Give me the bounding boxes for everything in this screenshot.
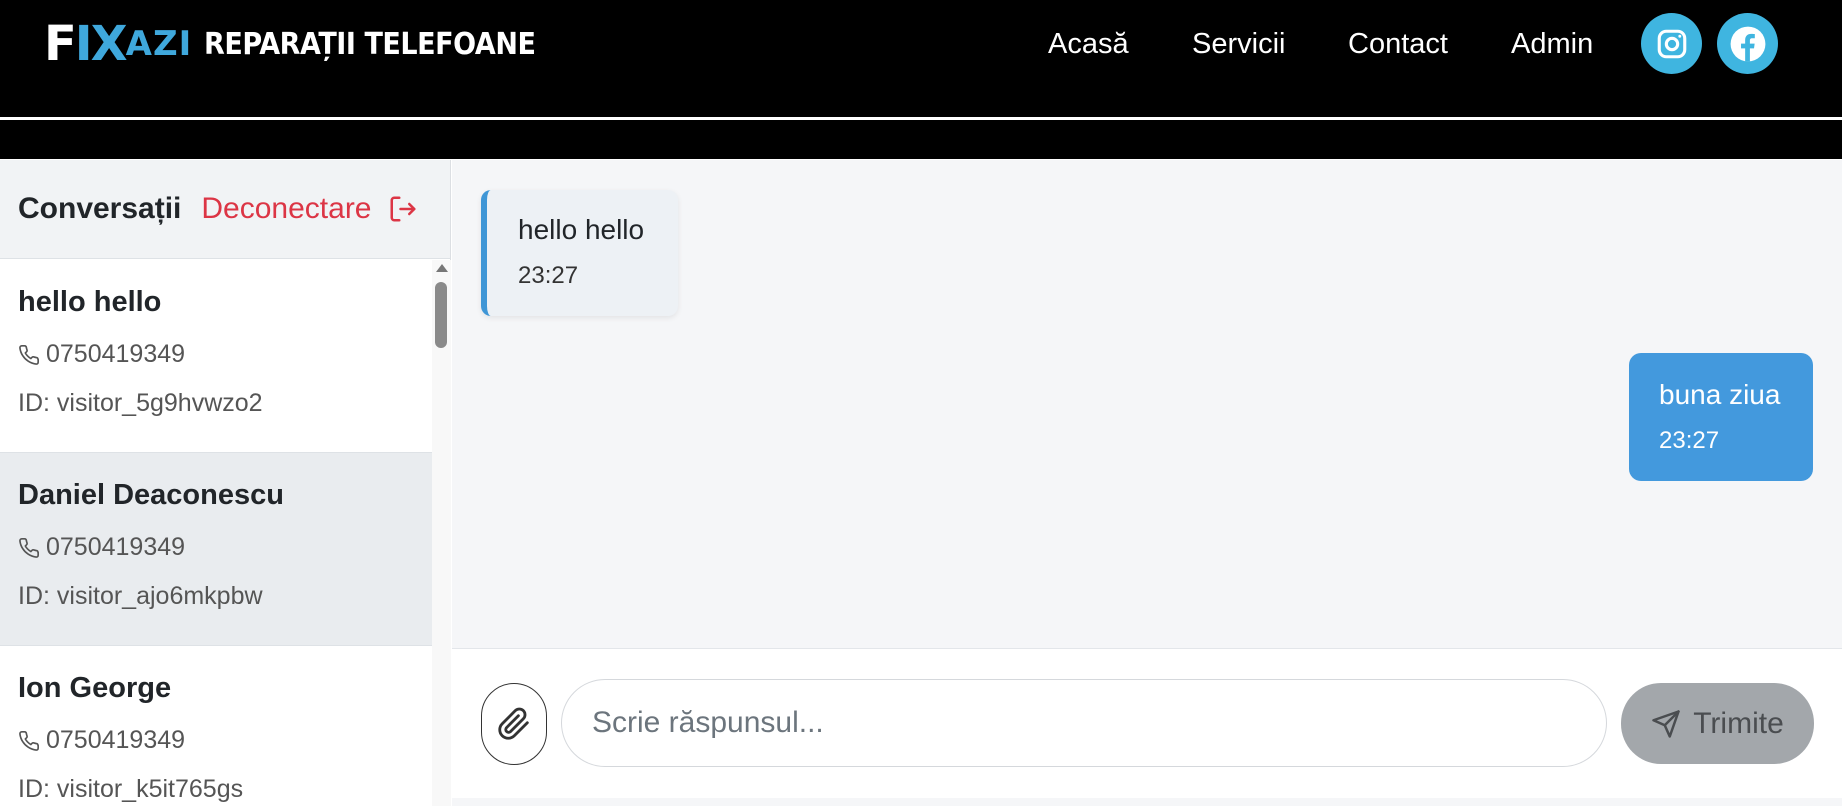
scrollbar-thumb[interactable] (435, 282, 447, 348)
phone-icon (19, 537, 39, 558)
nav-link-home[interactable]: Acasă (1048, 28, 1129, 61)
attach-button[interactable] (481, 683, 547, 765)
scroll-up-arrow-icon[interactable] (436, 264, 448, 272)
nav-link-services[interactable]: Servicii (1192, 28, 1285, 61)
bottom-strip (452, 798, 1842, 806)
conversation-phone: 0750419349 (18, 340, 414, 369)
logo-mark-f: F (44, 16, 77, 72)
conversations-sidebar: Conversații Deconectare hello hello 0750… (0, 160, 451, 806)
conversation-item[interactable]: Ion George 0750419349 ID: visitor_k5it76… (0, 646, 432, 806)
send-icon (1652, 709, 1680, 738)
logout-icon (390, 196, 415, 222)
conversation-name: Daniel Deaconescu (18, 479, 284, 511)
conversation-name: hello hello (18, 286, 162, 318)
nav-link-admin[interactable]: Admin (1511, 28, 1593, 61)
phone-icon (19, 730, 39, 751)
sidebar-title: Conversații (18, 192, 182, 225)
logout-label: Deconectare (201, 192, 372, 225)
conversation-item[interactable]: Daniel Deaconescu 0750419349 ID: visitor… (0, 453, 432, 646)
facebook-icon (1730, 26, 1765, 61)
logout-button[interactable]: Deconectare (201, 192, 417, 226)
reply-input[interactable] (561, 679, 1607, 767)
logo-mark-ix: IX (74, 16, 128, 72)
message-text: buna ziua (1659, 379, 1781, 410)
logo-text: REPARAȚII TELEFOANE (204, 26, 536, 62)
send-label: Trimite (1693, 706, 1784, 740)
conversation-phone-number: 0750419349 (46, 340, 186, 368)
logo[interactable]: F IX AZI REPARAȚII TELEFOANE (44, 18, 573, 70)
conversation-name: Ion George (18, 672, 172, 704)
conversation-id: ID: visitor_ajo6mkpbw (18, 582, 263, 610)
facebook-button[interactable] (1717, 13, 1778, 74)
instagram-button[interactable] (1641, 13, 1702, 74)
paperclip-icon (498, 707, 529, 740)
conversation-phone-number: 0750419349 (46, 726, 186, 754)
chat-messages: hello hello 23:27 buna ziua 23:27 (452, 160, 1842, 648)
header-divider (0, 117, 1842, 120)
message-composer: Trimite (452, 648, 1842, 798)
message-time: 23:27 (1659, 427, 1720, 454)
message-incoming: hello hello 23:27 (481, 190, 678, 316)
message-time: 23:27 (518, 262, 579, 289)
message-text: hello hello (518, 214, 645, 245)
conversation-list: hello hello 0750419349 ID: visitor_5g9hv… (0, 260, 432, 806)
phone-icon (19, 344, 39, 365)
nav-link-contact[interactable]: Contact (1348, 28, 1448, 61)
conversation-id: ID: visitor_5g9hvwzo2 (18, 389, 263, 417)
message-outgoing: buna ziua 23:27 (1629, 353, 1813, 481)
logo-mark-zi: AZI (125, 24, 193, 64)
conversation-item[interactable]: hello hello 0750419349 ID: visitor_5g9hv… (0, 260, 432, 453)
sidebar-header: Conversații Deconectare (0, 160, 450, 259)
conversation-phone: 0750419349 (18, 533, 414, 562)
conversation-id: ID: visitor_k5it765gs (18, 775, 244, 803)
send-button[interactable]: Trimite (1621, 683, 1814, 764)
conversation-list-scrollbar[interactable] (432, 260, 451, 806)
conversation-phone: 0750419349 (18, 726, 414, 755)
logo-mark: F IX AZI (44, 20, 192, 68)
site-header: F IX AZI REPARAȚII TELEFOANE Acasă Servi… (0, 0, 1842, 159)
instagram-icon (1657, 29, 1686, 58)
conversation-phone-number: 0750419349 (46, 533, 186, 561)
